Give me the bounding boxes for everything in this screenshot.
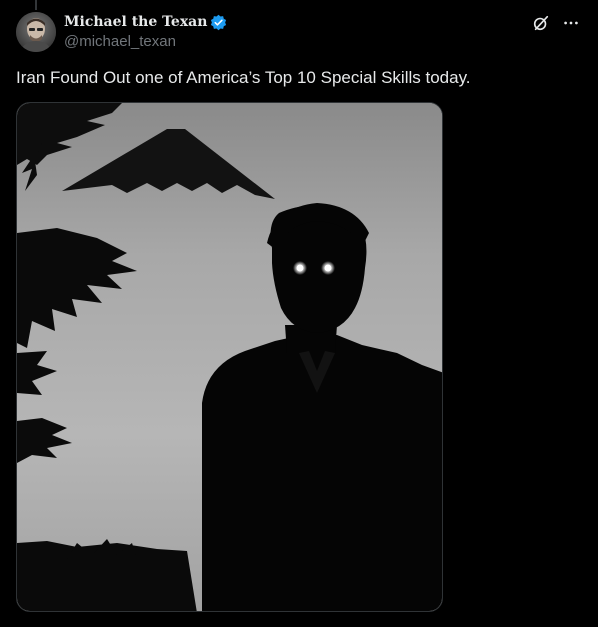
tweet-text: Iran Found Out one of America’s Top 10 S… [16,68,471,87]
tweet-actions [530,12,582,34]
name-row: Michael the Texan [64,12,227,32]
avatar[interactable] [16,12,56,52]
thread-line [35,0,37,10]
foliage-bottom [17,539,197,611]
tweet-media-image[interactable] [16,102,443,612]
grok-icon[interactable] [530,12,552,34]
verified-badge-icon [210,14,227,31]
more-icon[interactable] [560,12,582,34]
tweet-header: Michael the Texan @michael_texan [64,12,227,50]
user-handle[interactable]: @michael_texan [64,33,227,50]
display-name[interactable]: Michael the Texan [64,14,207,30]
